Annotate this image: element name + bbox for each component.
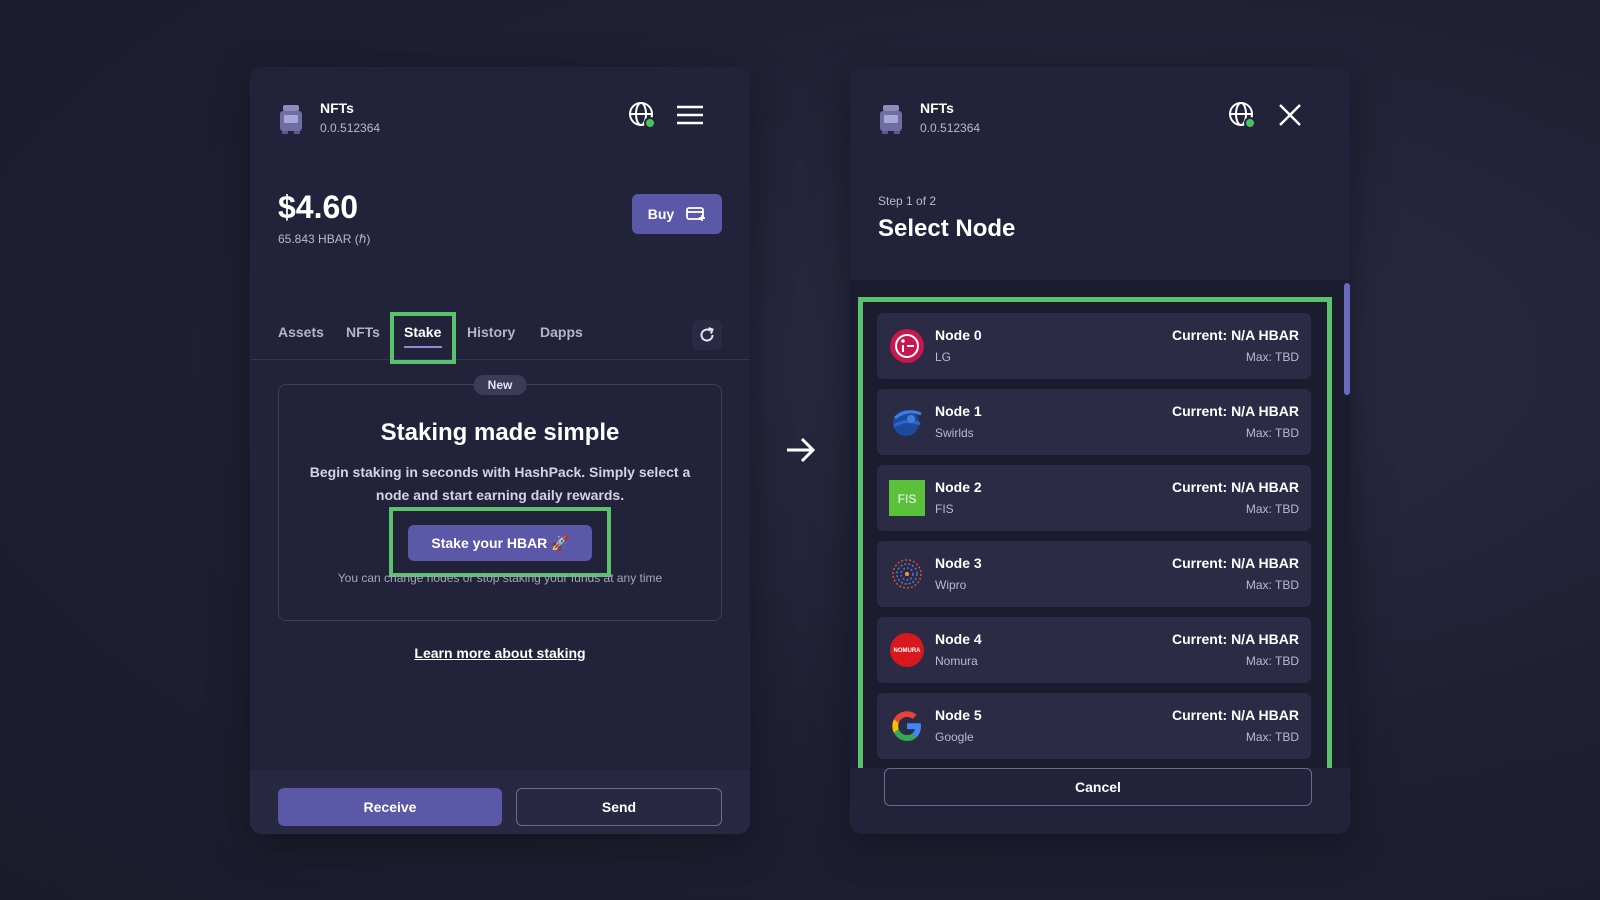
network-globe-icon[interactable]	[626, 99, 658, 131]
select-node-panel: NFTs 0.0.512364 Step 1 of 2 Select Node	[850, 67, 1350, 834]
balance-hbar: 65.843 HBAR (ℏ)	[278, 232, 371, 246]
buy-label: Buy	[647, 206, 675, 222]
send-button[interactable]: Send	[516, 788, 722, 826]
wipro-logo-icon	[892, 559, 922, 589]
account-avatar-icon	[880, 105, 902, 134]
receive-button[interactable]: Receive	[278, 788, 502, 826]
node-max-stake: Max: TBD	[1245, 502, 1299, 516]
arrow-right-icon	[787, 437, 816, 463]
account-name: NFTs	[920, 100, 954, 116]
tab-nfts[interactable]: NFTs	[346, 324, 380, 340]
account-id: 0.0.512364	[320, 121, 381, 135]
node-org: Wipro	[935, 578, 967, 592]
node-current-stake: Current: N/A HBAR	[1171, 555, 1299, 571]
buy-button[interactable]: Buy	[632, 194, 722, 234]
node-row-3[interactable]: Node 3 Wipro Current: N/A HBAR Max: TBD	[877, 541, 1311, 607]
node-name: Node 3	[935, 555, 982, 571]
card-plus-icon	[686, 207, 706, 221]
node-name: Node 4	[935, 631, 982, 647]
cancel-button[interactable]: Cancel	[884, 768, 1312, 806]
node-org: Swirlds	[935, 426, 974, 440]
lg-logo-icon	[890, 329, 924, 363]
node-row-1[interactable]: Node 1 Swirlds Current: N/A HBAR Max: TB…	[877, 389, 1311, 455]
network-globe-icon[interactable]	[1226, 99, 1258, 131]
refresh-icon	[700, 327, 714, 342]
node-row-2[interactable]: FIS Node 2 FIS Current: N/A HBAR Max: TB…	[877, 465, 1311, 531]
node-org: FIS	[935, 502, 954, 516]
wallet-header: NFTs 0.0.512364	[278, 99, 722, 139]
tab-dapps[interactable]: Dapps	[540, 324, 583, 340]
scrollbar-thumb[interactable]	[1344, 283, 1350, 395]
balance-usd: $4.60	[278, 189, 359, 225]
wallet-tabs: Assets NFTs Stake History Dapps	[250, 312, 750, 364]
node-current-stake: Current: N/A HBAR	[1171, 403, 1299, 419]
nomura-logo-icon: NOMURA	[890, 633, 924, 667]
refresh-button[interactable]	[692, 320, 722, 350]
account-id: 0.0.512364	[920, 121, 981, 135]
node-row-4[interactable]: NOMURA Node 4 Nomura Current: N/A HBAR M…	[877, 617, 1311, 683]
select-node-title: Select Node	[878, 215, 1016, 242]
staking-description: Begin staking in seconds with HashPack. …	[309, 464, 691, 503]
tab-stake[interactable]: Stake	[404, 324, 442, 348]
svg-text:FIS: FIS	[898, 492, 917, 506]
svg-text:NOMURA: NOMURA	[894, 648, 922, 654]
staking-note: You can change nodes or stop staking you…	[337, 571, 663, 585]
menu-icon[interactable]	[674, 99, 706, 131]
wallet-footer: Receive Send	[250, 770, 750, 834]
node-max-stake: Max: TBD	[1245, 730, 1299, 744]
node-name: Node 1	[935, 403, 982, 419]
node-org: Nomura	[935, 654, 978, 668]
node-row-0[interactable]: Node 0 LG Current: N/A HBAR Max: TBD	[877, 313, 1311, 379]
close-icon[interactable]	[1274, 99, 1306, 131]
swirlds-logo-icon	[893, 410, 922, 436]
account-avatar-icon	[280, 105, 302, 134]
node-org: LG	[935, 350, 952, 364]
node-panel-header: NFTs 0.0.512364	[878, 99, 1322, 139]
node-name: Node 2	[935, 479, 982, 495]
step-indicator: Step 1 of 2	[878, 194, 937, 208]
staking-title: Staking made simple	[380, 419, 620, 446]
node-name: Node 0	[935, 327, 982, 343]
tab-assets[interactable]: Assets	[278, 324, 324, 340]
node-name: Node 5	[935, 707, 982, 723]
learn-more-link[interactable]: Learn more about staking	[250, 645, 750, 661]
tab-stake-label: Stake	[404, 324, 442, 340]
node-current-stake: Current: N/A HBAR	[1171, 707, 1299, 723]
google-logo-icon	[892, 711, 921, 741]
node-max-stake: Max: TBD	[1245, 578, 1299, 592]
cancel-bar: Cancel	[850, 768, 1350, 834]
tab-history[interactable]: History	[467, 324, 515, 340]
node-current-stake: Current: N/A HBAR	[1171, 327, 1299, 343]
node-org: Google	[935, 730, 974, 744]
node-row-5[interactable]: Node 5 Google Current: N/A HBAR Max: TBD	[877, 693, 1311, 759]
active-tab-underline	[404, 346, 442, 348]
wallet-panel: NFTs 0.0.512364 $4.60 65.843 HBAR (ℏ) Bu…	[250, 67, 750, 834]
stake-hbar-button[interactable]: Stake your HBAR 🚀	[408, 525, 592, 561]
account-name: NFTs	[320, 100, 354, 116]
node-current-stake: Current: N/A HBAR	[1171, 479, 1299, 495]
node-current-stake: Current: N/A HBAR	[1171, 631, 1299, 647]
node-max-stake: Max: TBD	[1245, 654, 1299, 668]
node-max-stake: Max: TBD	[1245, 426, 1299, 440]
staking-card: New Staking made simple Begin staking in…	[278, 375, 722, 621]
fis-logo-icon: FIS	[889, 480, 925, 516]
new-badge: New	[473, 375, 527, 395]
node-max-stake: Max: TBD	[1245, 350, 1299, 364]
